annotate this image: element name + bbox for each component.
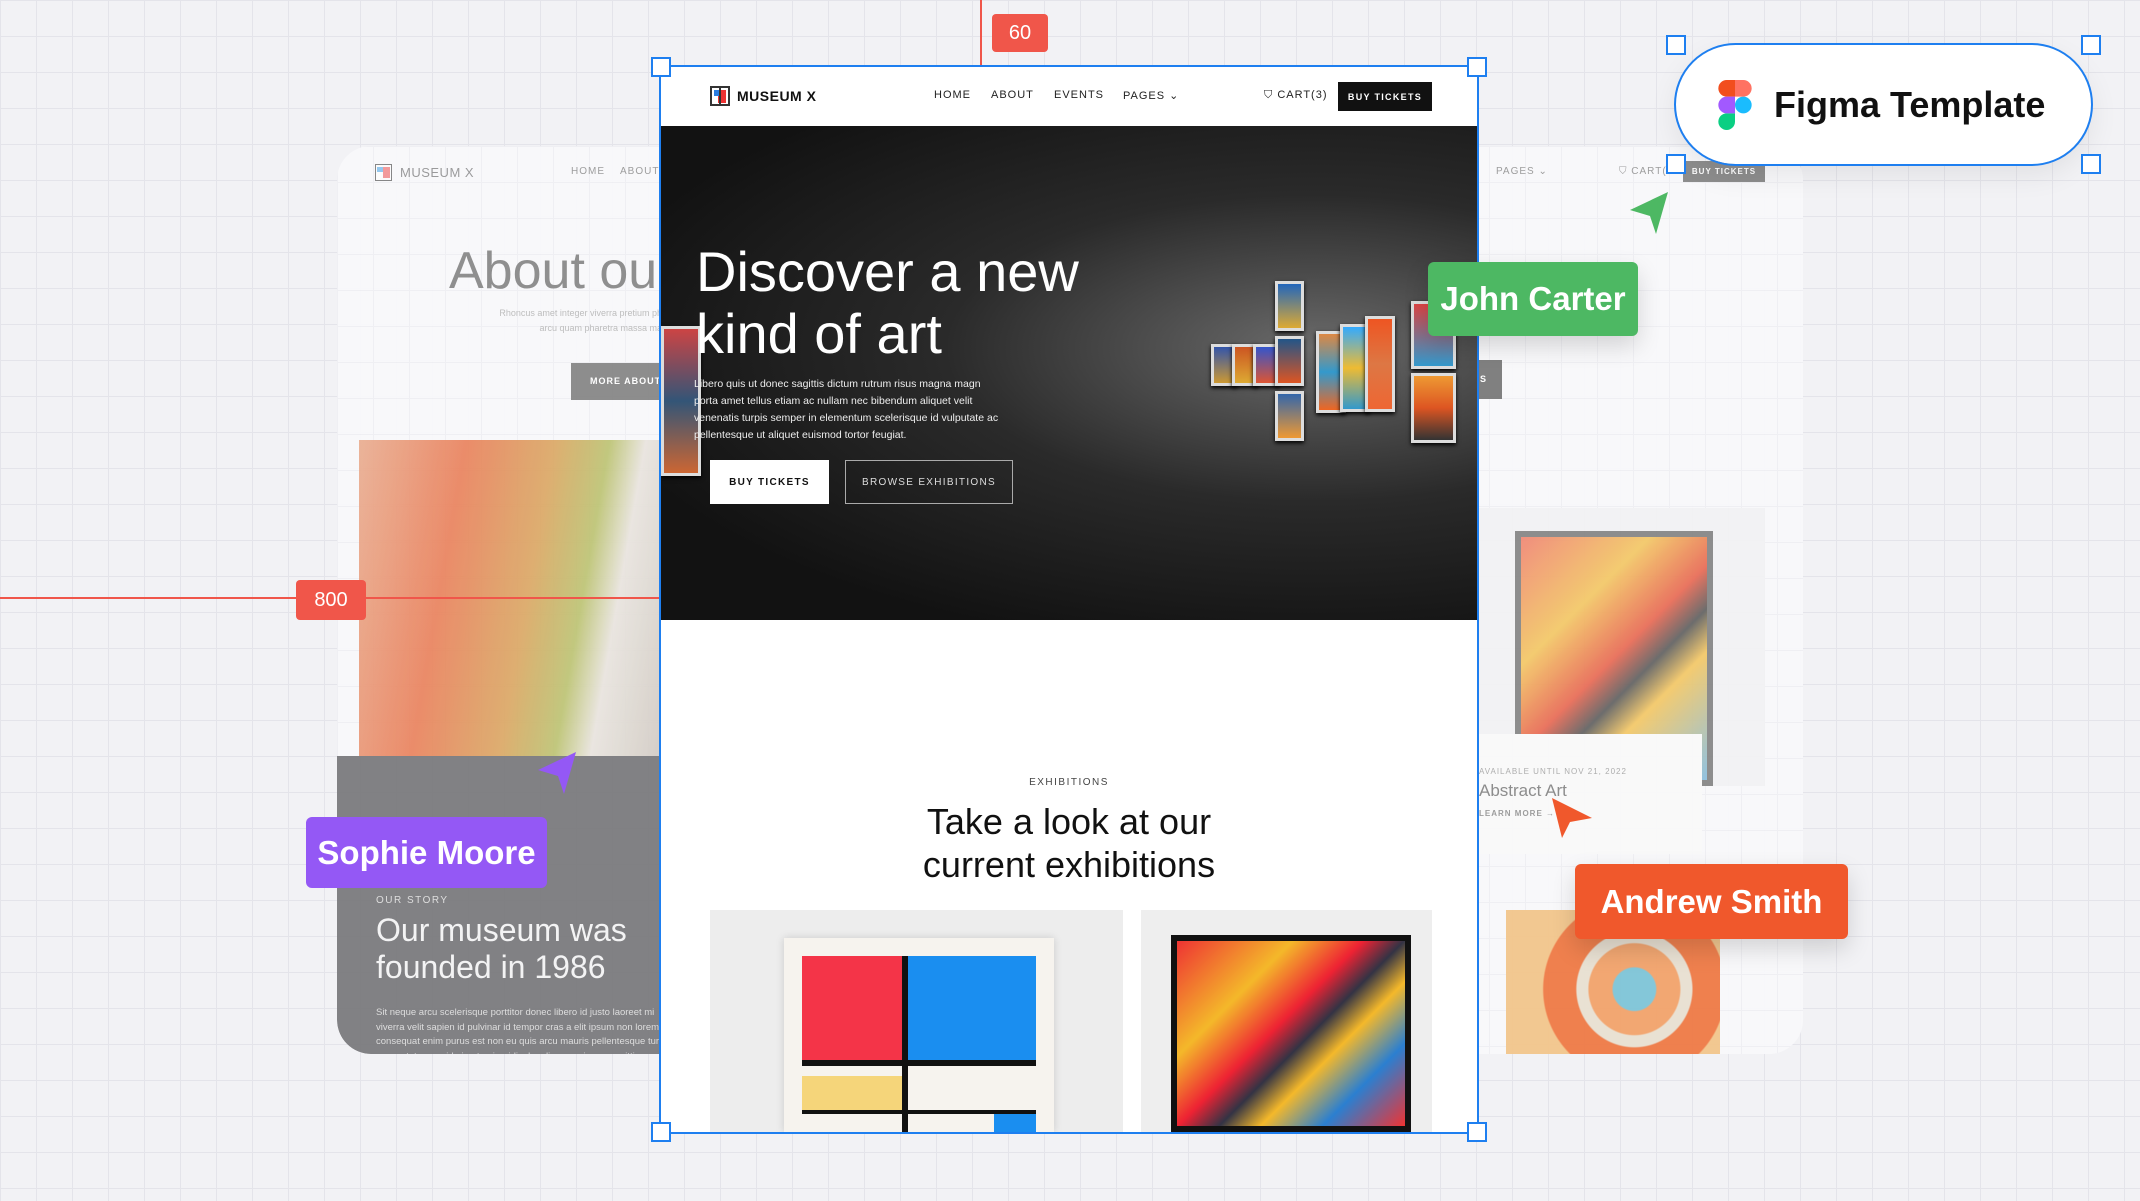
logo-icon xyxy=(710,86,730,106)
resize-handle[interactable] xyxy=(1666,35,1686,55)
gallery-painting xyxy=(1365,316,1395,412)
blue-block xyxy=(994,1114,1036,1132)
nav-buy-tickets-button[interactable]: BUY TICKETS xyxy=(1338,82,1432,111)
bg-story-title-line: founded in 1986 xyxy=(376,949,606,985)
bg-buy-tickets: BUY TICKETS xyxy=(1683,161,1765,182)
bg-more-about-button: MORE ABOUT U xyxy=(571,363,671,400)
exhibition-image-abstract[interactable] xyxy=(1141,910,1432,1132)
bg-about-sub: Rhoncus amet integer viverra pretium pha… xyxy=(497,306,667,336)
gallery-painting xyxy=(1275,391,1304,441)
bg-story-title-line: Our museum was xyxy=(376,912,627,948)
figma-template-badge[interactable]: Figma Template xyxy=(1674,43,2093,166)
figma-template-label: Figma Template xyxy=(1774,83,2046,125)
nav-about[interactable]: ABOUT xyxy=(991,89,1034,101)
bg-learn-more: LEARN MORE → xyxy=(1479,809,1555,818)
site-logo[interactable]: MUSEUM X xyxy=(710,86,816,106)
hero-title: Discover a new kind of art xyxy=(696,241,1079,365)
bg-cart: ⛉ CART( xyxy=(1619,166,1667,177)
bg-nav-home: HOME xyxy=(571,166,605,177)
vertical-guide xyxy=(980,0,982,67)
logo-icon xyxy=(375,164,392,181)
cursor-green-icon xyxy=(1630,192,1668,234)
cart-link[interactable]: ⛉ CART(3) xyxy=(1264,89,1328,102)
nav-home[interactable]: HOME xyxy=(934,89,971,101)
exhibitions-title: Take a look at our current exhibitions xyxy=(661,800,1477,886)
bg-story-body: Sit neque arcu scelerisque porttitor don… xyxy=(376,1007,665,1054)
resize-handle[interactable] xyxy=(1467,57,1487,77)
collaborator-label-andrew: Andrew Smith xyxy=(1575,864,1848,939)
cart-label: CART(3) xyxy=(1277,89,1328,101)
exhibitions-eyebrow: EXHIBITIONS xyxy=(1029,777,1109,788)
mondrian-canvas xyxy=(784,938,1054,1132)
bg-story-panel: OUR STORY Our museum was founded in 1986 … xyxy=(337,756,664,1054)
cursor-purple-icon xyxy=(538,752,576,794)
cursor-orange-icon xyxy=(1552,798,1592,838)
blue-block xyxy=(908,956,1036,1060)
shopping-bag-icon: ⛉ xyxy=(1264,89,1274,101)
collaborator-label-sophie: Sophie Moore xyxy=(306,817,547,888)
hero-buy-tickets-button[interactable]: BUY TICKETS xyxy=(710,460,829,504)
resize-handle[interactable] xyxy=(2081,35,2101,55)
hero-description: Libero quis ut donec sagittis dictum rut… xyxy=(694,378,999,441)
bg-story-eyebrow: OUR STORY xyxy=(376,895,449,906)
ruler-top-label: 60 xyxy=(992,14,1048,52)
abstract-painting xyxy=(1171,935,1411,1132)
red-block xyxy=(802,956,902,1060)
nav-pages-label: PAGES xyxy=(1123,90,1166,102)
ruler-left-label: 800 xyxy=(296,580,366,620)
hero-section: Discover a new kind of art Libero quis ut… xyxy=(661,126,1477,620)
bg-sub-line: arcu quam pharetra massa mae xyxy=(539,323,667,333)
bg-button-fragment: S xyxy=(1477,360,1502,399)
bg-logo: MUSEUM X xyxy=(375,164,474,181)
gallery-painting xyxy=(1275,281,1304,331)
hero-title-line: kind of art xyxy=(696,302,942,365)
bg-nav-pages: PAGES ⌄ xyxy=(1496,166,1548,177)
bg-nav-pages-label: PAGES xyxy=(1496,166,1535,177)
bg-cart-label: CART( xyxy=(1631,166,1667,177)
brand-name: MUSEUM X xyxy=(737,88,817,104)
chevron-down-icon: ⌄ xyxy=(1169,90,1180,102)
figma-logo-icon xyxy=(1718,79,1752,130)
resize-handle[interactable] xyxy=(651,1122,671,1142)
black-line xyxy=(802,1060,1036,1066)
bg-available-date: AVAILABLE UNTIL NOV 21, 2022 xyxy=(1479,767,1627,776)
exhibition-image-mondrian[interactable] xyxy=(710,910,1123,1132)
bg-brand: MUSEUM X xyxy=(400,165,475,180)
exhibitions-title-line: Take a look at our xyxy=(926,801,1212,842)
nav-pages[interactable]: PAGES ⌄ xyxy=(1123,89,1179,102)
bg-nav-about: ABOUT xyxy=(620,166,660,177)
collaborator-label-john: John Carter xyxy=(1428,262,1638,336)
yellow-block xyxy=(802,1076,902,1110)
selected-frame[interactable]: MUSEUM X HOME ABOUT EVENTS PAGES ⌄ ⛉ CAR… xyxy=(659,65,1479,1134)
resize-handle[interactable] xyxy=(651,57,671,77)
gallery-painting xyxy=(1411,373,1456,443)
black-line xyxy=(902,956,908,1132)
gallery-painting xyxy=(1275,336,1304,386)
browse-exhibitions-button[interactable]: BROWSE EXHIBITIONS xyxy=(845,460,1013,504)
resize-handle[interactable] xyxy=(1467,1122,1487,1142)
nav-events[interactable]: EVENTS xyxy=(1054,89,1104,101)
hero-title-line: Discover a new xyxy=(696,240,1079,303)
resize-handle[interactable] xyxy=(1666,154,1686,174)
bg-about-title: About ou xyxy=(449,242,658,300)
bg-story-title: Our museum was founded in 1986 xyxy=(376,912,627,986)
exhibitions-title-line: current exhibitions xyxy=(922,844,1216,885)
bg-sub-line: Rhoncus amet integer viverra pretium pha xyxy=(499,308,667,318)
resize-handle[interactable] xyxy=(2081,154,2101,174)
